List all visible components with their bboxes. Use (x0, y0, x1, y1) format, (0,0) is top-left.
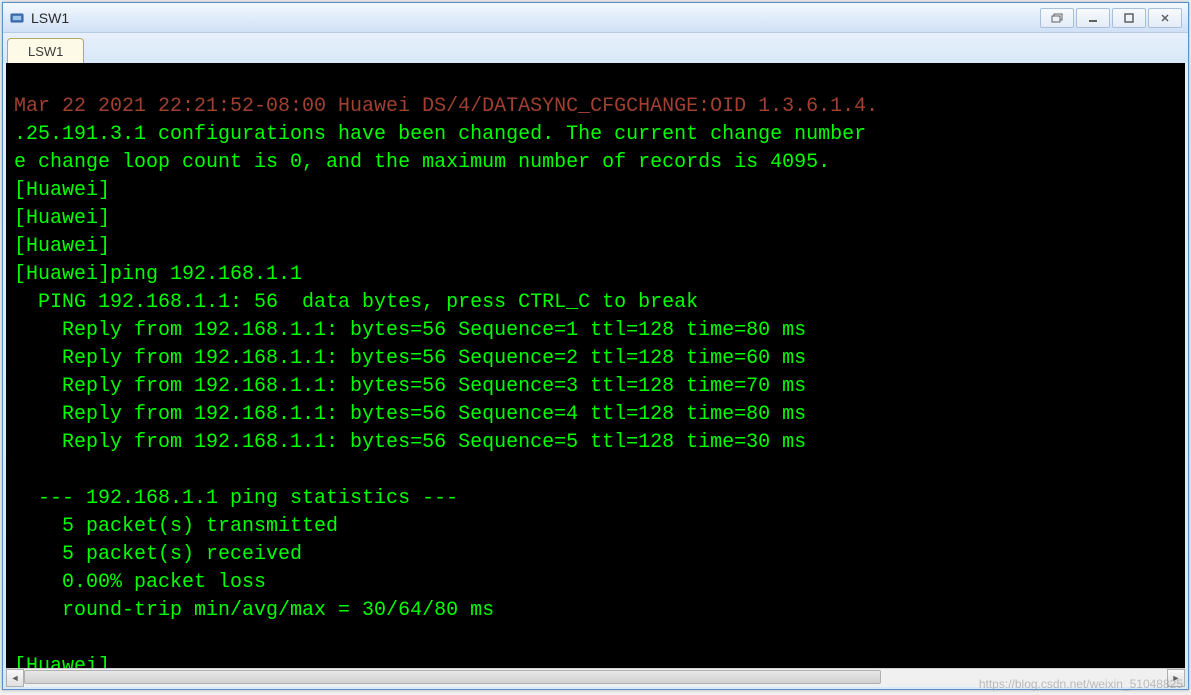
terminal-output[interactable]: Mar 22 2021 22:21:52-08:00 Huawei DS/4/D… (6, 63, 1185, 668)
terminal-line: Reply from 192.168.1.1: bytes=56 Sequenc… (14, 375, 806, 398)
terminal-line: 0.00% packet loss (14, 571, 266, 594)
terminal-line: [Huawei] (14, 235, 110, 258)
window-title: LSW1 (31, 10, 1040, 26)
terminal-line: [Huawei] (14, 655, 110, 668)
watermark-text: https://blog.csdn.net/weixin_51048825 (979, 677, 1183, 691)
tab-lsw1[interactable]: LSW1 (7, 38, 84, 64)
terminal-line: Reply from 192.168.1.1: bytes=56 Sequenc… (14, 319, 806, 342)
scroll-left-button[interactable]: ◄ (6, 669, 24, 687)
terminal-line: Reply from 192.168.1.1: bytes=56 Sequenc… (14, 431, 806, 454)
terminal-line: e change loop count is 0, and the maximu… (14, 151, 830, 174)
restore-alt-button[interactable] (1040, 8, 1074, 28)
close-button[interactable] (1148, 8, 1182, 28)
app-window: LSW1 LSW1 Mar 22 2021 22:21:52-08:00 Hua… (2, 2, 1189, 690)
terminal-line: [Huawei] (14, 179, 110, 202)
app-icon (9, 10, 25, 26)
titlebar: LSW1 (3, 3, 1188, 33)
terminal-line: Mar 22 2021 22:21:52-08:00 Huawei DS/4/D… (14, 95, 878, 118)
terminal-line: 5 packet(s) transmitted (14, 515, 338, 538)
minimize-button[interactable] (1076, 8, 1110, 28)
window-controls (1040, 8, 1182, 28)
terminal-line: [Huawei] (14, 207, 110, 230)
terminal-line: Reply from 192.168.1.1: bytes=56 Sequenc… (14, 403, 806, 426)
terminal-line: Reply from 192.168.1.1: bytes=56 Sequenc… (14, 347, 806, 370)
terminal-line: [Huawei]ping 192.168.1.1 (14, 263, 302, 286)
terminal-line: .25.191.3.1 configurations have been cha… (14, 123, 866, 146)
terminal-line: 5 packet(s) received (14, 543, 302, 566)
scroll-thumb[interactable] (24, 670, 881, 684)
terminal-line: PING 192.168.1.1: 56 data bytes, press C… (14, 291, 698, 314)
terminal-line: round-trip min/avg/max = 30/64/80 ms (14, 599, 494, 622)
tab-bar: LSW1 (3, 33, 1188, 63)
maximize-button[interactable] (1112, 8, 1146, 28)
terminal-line: --- 192.168.1.1 ping statistics --- (14, 487, 458, 510)
